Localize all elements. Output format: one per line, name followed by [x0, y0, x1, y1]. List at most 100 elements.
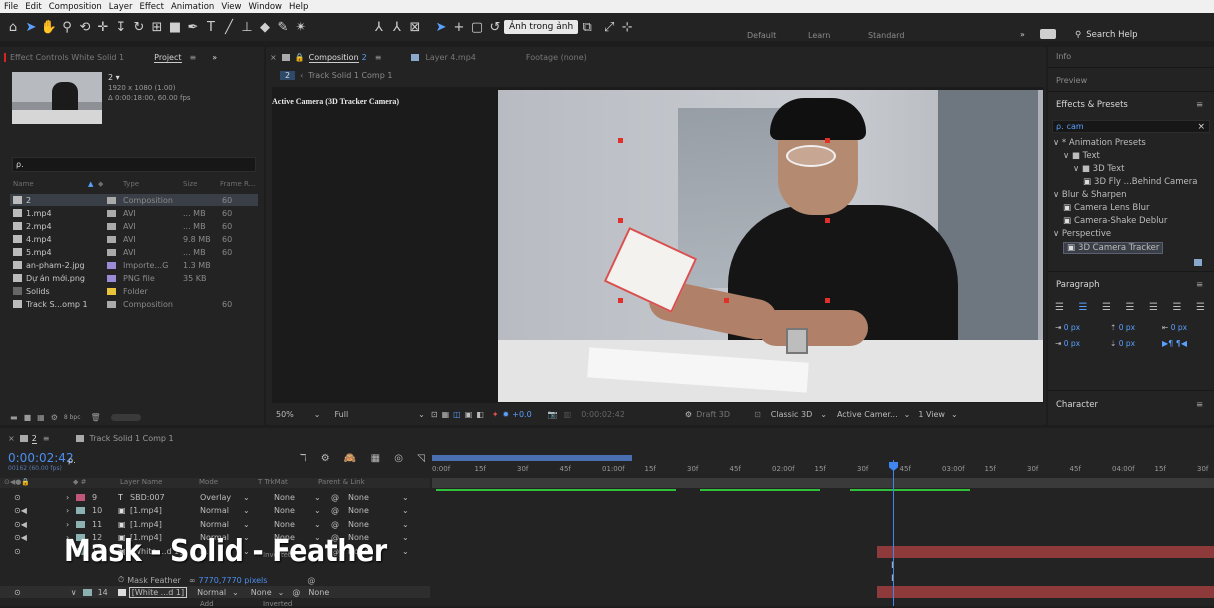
menu-item-edit[interactable]: Edit — [25, 2, 41, 12]
layer-row-10[interactable]: ⊙◀ › 10 ▣ [1.mp4] Normal ⌄ None ⌄ @ None ⌄ — [0, 505, 430, 517]
project-item[interactable]: 1.mp4 AVI ... MB 60 — [10, 207, 258, 219]
project-item[interactable]: 4.mp4 AVI 9.8 MB 60 — [10, 233, 258, 245]
expand-arrow-icon[interactable]: › — [66, 493, 69, 502]
pickwhip-icon[interactable]: @ — [331, 493, 339, 502]
chevron-down-icon[interactable]: ⌄ — [402, 520, 409, 529]
project-item[interactable]: an-pham-2.jpg Importe...G 1.3 MB — [10, 259, 258, 271]
workspace-toggle-icon[interactable] — [1040, 29, 1056, 39]
project-item[interactable]: 2.mp4 AVI ... MB 60 — [10, 220, 258, 232]
project-scrollbar[interactable] — [110, 413, 141, 421]
lock-icon[interactable]: 🔒 — [295, 53, 305, 62]
trkmat-select[interactable]: None — [274, 493, 295, 502]
expand-arrow-icon[interactable]: › — [66, 506, 69, 515]
shy-icon[interactable]: 🙈 — [344, 453, 356, 464]
chevron-down-icon[interactable]: ⌄ — [314, 506, 321, 515]
hand-tool-icon[interactable]: ✋ — [40, 20, 58, 35]
region-of-interest-icon[interactable]: ⊡ — [431, 410, 438, 419]
label-color[interactable] — [107, 300, 116, 308]
label-color[interactable] — [76, 507, 85, 514]
search-icon[interactable]: ρ. — [68, 456, 76, 465]
view-layout-select[interactable]: 1 View — [918, 410, 945, 419]
visibility-eye-icon[interactable]: ⊙◀ — [14, 506, 27, 515]
effects-tree-item[interactable]: ∨ ■ Text — [1063, 151, 1100, 161]
rotate-tool-icon[interactable]: ↻ — [130, 20, 148, 35]
home-icon[interactable]: ⌂ — [4, 20, 22, 35]
indent-first[interactable]: ⇤ 0 px — [1162, 323, 1187, 332]
chevron-down-icon[interactable]: ⌄ — [243, 506, 250, 515]
tab-composition-num[interactable]: 2 — [362, 53, 367, 62]
effects-search-input[interactable]: ρ. cam × — [1052, 120, 1210, 133]
roto-brush-icon[interactable]: ✎ — [274, 20, 292, 35]
magnification-select[interactable]: 50% — [276, 410, 294, 419]
close-tab-icon[interactable]: × — [8, 434, 15, 443]
menu-item-layer[interactable]: Layer — [109, 2, 133, 12]
axis-world-icon[interactable]: ⅄ — [388, 20, 406, 35]
draft-3d-label[interactable]: Draft 3D — [696, 410, 730, 419]
workspace-learn[interactable]: Learn — [808, 31, 830, 40]
mode-select[interactable]: Overlay — [200, 493, 231, 502]
dolly-camera-icon[interactable]: ↧ — [112, 20, 130, 35]
col-mode[interactable]: Mode — [199, 478, 218, 486]
renderer-select[interactable]: Classic 3D — [771, 410, 812, 419]
label-color[interactable] — [107, 209, 116, 217]
inverted-label[interactable]: Inverted — [263, 600, 292, 608]
chevron-down-icon[interactable]: ⌄ — [402, 493, 409, 502]
menu-item-effect[interactable]: Effect — [140, 2, 164, 12]
label-color[interactable] — [76, 520, 85, 528]
selection-tool-icon[interactable]: ➤ — [22, 20, 40, 35]
resolution-select[interactable]: Full — [334, 410, 348, 419]
pan-behind-icon[interactable]: ⊞ — [148, 20, 166, 35]
parent-select[interactable]: None — [348, 506, 369, 515]
effects-menu-icon[interactable]: ≡ — [1196, 100, 1203, 110]
trkmat-select[interactable]: None — [251, 588, 272, 597]
mask-feather-value[interactable]: 7770,7770 pixels — [198, 576, 267, 585]
snap-plus-icon[interactable]: + — [450, 20, 468, 35]
col-type[interactable]: Type — [123, 180, 139, 188]
menu-item-view[interactable]: View — [221, 2, 241, 12]
workspace-more-chevron[interactable]: » — [1020, 30, 1025, 39]
mask-visibility-icon[interactable]: ◫ — [453, 410, 461, 419]
timeline-tab-other[interactable]: Track Solid 1 Comp 1 — [90, 434, 174, 443]
chevron-down-icon[interactable]: ⌄ — [402, 533, 409, 542]
track-point[interactable] — [618, 138, 623, 143]
character-title[interactable]: Character — [1056, 400, 1098, 410]
new-comp-icon[interactable]: ▦ — [37, 413, 45, 422]
mode-select[interactable]: Normal — [200, 506, 229, 515]
paragraph-menu-icon[interactable]: ≡ — [1196, 280, 1203, 290]
chevron-down-icon[interactable]: ⌄ — [243, 493, 250, 502]
snapshot-icon[interactable]: 📷 — [548, 410, 558, 419]
chevron-down-icon[interactable]: ⌄ — [232, 588, 239, 597]
label-color[interactable] — [82, 588, 92, 596]
pickwhip-icon[interactable]: @ — [331, 520, 339, 529]
col-layer-name[interactable]: Layer Name — [120, 478, 162, 486]
chevron-down-icon[interactable]: ⌄ — [820, 410, 827, 419]
align-center-icon[interactable]: ☰ — [1079, 302, 1088, 313]
show-snapshot-icon[interactable]: ▥ — [564, 410, 572, 419]
zoom-tool-icon[interactable]: ⚲ — [58, 20, 76, 35]
track-point[interactable] — [618, 298, 623, 303]
close-tab-icon[interactable]: × — [270, 53, 277, 62]
visibility-eye-icon[interactable]: ⊙ — [14, 588, 21, 597]
eraser-tool-icon[interactable]: ◆ — [256, 20, 274, 35]
col-parent[interactable]: Parent & Link — [318, 478, 365, 486]
track-point[interactable] — [825, 218, 830, 223]
snap-option-icon[interactable]: ⤢ — [600, 20, 618, 35]
color-management-icon[interactable]: ✦ — [492, 410, 499, 419]
mode-select[interactable]: Normal — [200, 520, 229, 529]
text-direction-icon[interactable]: ▶¶ ¶◀ — [1162, 339, 1187, 348]
search-help[interactable]: ⚲ Search Help — [1075, 27, 1205, 43]
frame-blending-icon[interactable]: ▦ — [371, 453, 380, 464]
timeline-timecode[interactable]: 0:00:02:42 — [8, 451, 74, 465]
chevron-down-icon[interactable]: ⌄ — [314, 493, 321, 502]
mask-mode-add[interactable]: Add — [200, 600, 214, 608]
breadcrumb-parent[interactable]: Track Solid 1 Comp 1 — [308, 71, 392, 80]
justify-right-icon[interactable]: ☰ — [1173, 302, 1182, 313]
effects-tree-item[interactable]: ∨ Blur & Sharpen — [1053, 190, 1127, 200]
chevron-down-icon[interactable]: ⌄ — [314, 520, 321, 529]
constrain-link-icon[interactable]: ∞ — [189, 576, 196, 585]
graph-editor-icon[interactable]: ◹ — [417, 453, 425, 464]
current-time-display[interactable]: 0:00:02:42 — [581, 410, 625, 419]
timeline-menu-icon[interactable]: ≡ — [43, 434, 50, 443]
snap-grid-icon[interactable]: ⊹ — [618, 20, 636, 35]
align-right-icon[interactable]: ☰ — [1102, 302, 1111, 313]
